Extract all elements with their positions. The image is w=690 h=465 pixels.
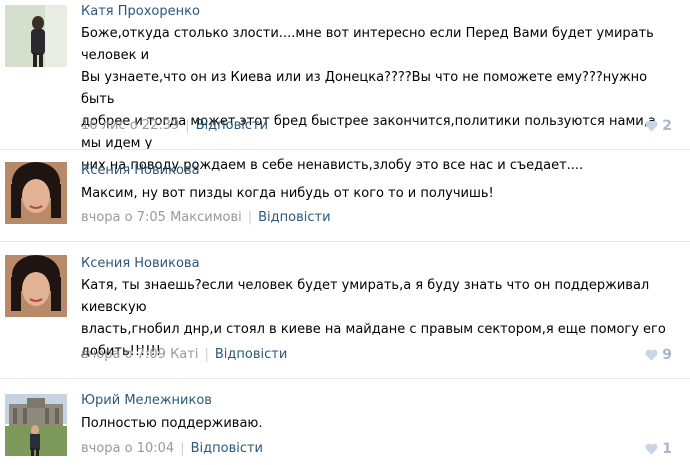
like-button[interactable]: 2 xyxy=(645,118,672,134)
divider xyxy=(0,241,690,242)
comment-text: Боже,откуда столько злости....мне вот ин… xyxy=(81,26,656,173)
reply-button[interactable]: Відповісти xyxy=(258,210,330,225)
comment-meta: 16 лис о 22:39 | Відповісти xyxy=(81,118,268,133)
avatar[interactable] xyxy=(5,5,67,67)
reply-to-link[interactable]: Каті xyxy=(170,347,198,362)
avatar-photo xyxy=(5,5,67,67)
like-count: 2 xyxy=(662,118,672,134)
comment-author[interactable]: Ксения Новикова xyxy=(81,163,200,178)
comment-meta: вчора о 10:04 | Відповісти xyxy=(81,441,263,456)
like-count: 9 xyxy=(662,347,672,363)
comment-meta: вчора о 7:09 Каті | Відповісти xyxy=(81,347,287,362)
divider xyxy=(0,378,690,379)
avatar[interactable] xyxy=(5,394,67,456)
meta-separator: | xyxy=(185,118,190,133)
avatar[interactable] xyxy=(5,255,67,317)
reply-to-link[interactable]: Максимові xyxy=(170,210,242,225)
heart-icon xyxy=(645,443,658,455)
comment-author[interactable]: Юрий Мележников xyxy=(81,393,212,408)
reply-button[interactable]: Відповісти xyxy=(215,347,287,362)
like-button[interactable]: 1 xyxy=(645,441,672,457)
avatar-photo xyxy=(5,255,67,317)
comment-date[interactable]: вчора о 7:05 xyxy=(81,210,166,225)
comment-date[interactable]: вчора о 7:09 xyxy=(81,347,166,362)
comment-date[interactable]: вчора о 10:04 xyxy=(81,441,174,456)
comment-meta: вчора о 7:05 Максимові | Відповісти xyxy=(81,210,331,225)
comment-text: Полностью поддерживаю. xyxy=(81,416,263,431)
heart-icon xyxy=(645,120,658,132)
like-count: 1 xyxy=(662,441,672,457)
comment-author[interactable]: Ксения Новикова xyxy=(81,256,200,271)
comment-author[interactable]: Катя Прохоренко xyxy=(81,4,200,19)
comment-date[interactable]: 16 лис о 22:39 xyxy=(81,118,179,133)
heart-icon xyxy=(645,349,658,361)
meta-separator: | xyxy=(247,210,253,225)
meta-separator: | xyxy=(204,347,209,362)
comment-text: Максим, ну вот пизды когда нибудь от ког… xyxy=(81,186,494,201)
like-button[interactable]: 9 xyxy=(645,347,672,363)
reply-button[interactable]: Відповісти xyxy=(196,118,268,133)
divider xyxy=(0,149,690,150)
avatar-photo xyxy=(5,394,67,456)
avatar[interactable] xyxy=(5,162,67,224)
avatar-photo xyxy=(5,162,67,224)
reply-button[interactable]: Відповісти xyxy=(191,441,263,456)
meta-separator: | xyxy=(180,441,185,456)
